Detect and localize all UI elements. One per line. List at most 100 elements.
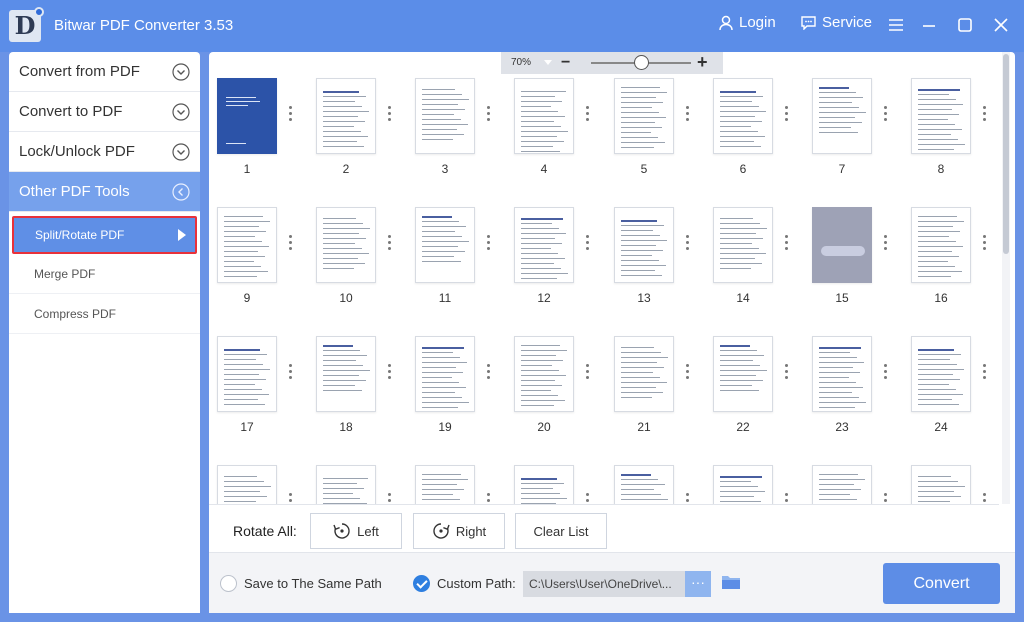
page-options-icon[interactable] xyxy=(983,106,986,126)
page-options-icon[interactable] xyxy=(289,106,292,126)
page-number: 21 xyxy=(637,420,651,434)
page-options-icon[interactable] xyxy=(686,235,689,255)
page-thumbnail[interactable] xyxy=(911,465,971,504)
maximize-icon[interactable] xyxy=(956,16,974,34)
page-thumbnail[interactable] xyxy=(415,78,475,154)
page-thumbnail[interactable] xyxy=(217,336,277,412)
page-options-icon[interactable] xyxy=(686,493,689,504)
page-thumbnail[interactable] xyxy=(614,465,674,504)
page-options-icon[interactable] xyxy=(785,235,788,255)
service-button[interactable]: Service xyxy=(800,14,872,31)
page-thumbnail[interactable] xyxy=(316,465,376,504)
rotate-right-button[interactable]: Right xyxy=(413,513,505,549)
minimize-icon[interactable] xyxy=(920,16,938,34)
custom-path-field[interactable]: C:\Users\User\OneDrive\... xyxy=(523,571,685,597)
page-thumbnail[interactable] xyxy=(614,78,674,154)
sidebar-item-label: Convert from PDF xyxy=(19,63,140,80)
page-options-icon[interactable] xyxy=(487,235,490,255)
page-options-icon[interactable] xyxy=(487,364,490,384)
page-thumbnail[interactable] xyxy=(316,336,376,412)
page-options-icon[interactable] xyxy=(884,364,887,384)
zoom-slider-handle[interactable] xyxy=(634,55,649,70)
page-thumbnail[interactable] xyxy=(911,207,971,283)
sidebar-item-lock-unlock-pdf[interactable]: Lock/Unlock PDF xyxy=(9,132,200,172)
convert-button[interactable]: Convert xyxy=(883,563,1000,604)
page-thumbnail[interactable] xyxy=(217,78,277,154)
page-thumbnail[interactable] xyxy=(812,336,872,412)
zoom-out-button[interactable]: − xyxy=(561,54,570,72)
page-options-icon[interactable] xyxy=(686,364,689,384)
page-number: 23 xyxy=(835,420,849,434)
page-thumbnail[interactable] xyxy=(812,78,872,154)
page-thumbnail[interactable] xyxy=(614,207,674,283)
app-title: Bitwar PDF Converter 3.53 xyxy=(54,17,234,34)
page-options-icon[interactable] xyxy=(487,493,490,504)
page-options-icon[interactable] xyxy=(586,106,589,126)
page-thumbnail[interactable] xyxy=(415,207,475,283)
page-options-icon[interactable] xyxy=(785,106,788,126)
page-thumbnail[interactable] xyxy=(514,78,574,154)
page-options-icon[interactable] xyxy=(884,235,887,255)
custom-path-radio[interactable] xyxy=(413,575,430,592)
page-options-icon[interactable] xyxy=(388,364,391,384)
page-thumbnail[interactable] xyxy=(514,336,574,412)
sidebar-subitem-compress-pdf[interactable]: Compress PDF xyxy=(9,294,200,334)
zoom-in-button[interactable]: + xyxy=(697,52,708,73)
page-options-icon[interactable] xyxy=(388,235,391,255)
page-options-icon[interactable] xyxy=(289,235,292,255)
page-options-icon[interactable] xyxy=(686,106,689,126)
page-options-icon[interactable] xyxy=(785,364,788,384)
page-number: 7 xyxy=(838,162,846,176)
page-thumbnail[interactable] xyxy=(911,78,971,154)
page-options-icon[interactable] xyxy=(884,106,887,126)
page-thumbnail[interactable] xyxy=(415,336,475,412)
scrollbar-thumb[interactable] xyxy=(1003,54,1009,254)
custom-path-label: Custom Path: xyxy=(437,576,516,591)
page-options-icon[interactable] xyxy=(983,493,986,504)
page-thumbnail[interactable] xyxy=(217,207,277,283)
page-thumbnail[interactable] xyxy=(217,465,277,504)
sidebar-subitem-merge-pdf[interactable]: Merge PDF xyxy=(9,254,200,294)
zoom-select[interactable]: 70% xyxy=(511,57,531,68)
menu-icon[interactable] xyxy=(887,16,905,34)
page-options-icon[interactable] xyxy=(487,106,490,126)
sidebar-item-other-pdf-tools[interactable]: Other PDF Tools xyxy=(9,172,200,212)
page-thumbnail[interactable] xyxy=(713,207,773,283)
page-thumbnail[interactable] xyxy=(713,465,773,504)
page-options-icon[interactable] xyxy=(983,364,986,384)
page-options-icon[interactable] xyxy=(388,106,391,126)
page-thumbnail[interactable] xyxy=(812,465,872,504)
page-thumbnail[interactable] xyxy=(514,465,574,504)
page-thumbnail[interactable] xyxy=(316,207,376,283)
browse-path-button[interactable]: ··· xyxy=(685,571,711,597)
sidebar-subitem-split-rotate-pdf[interactable]: Split/Rotate PDF xyxy=(12,216,197,254)
page-thumbnail[interactable] xyxy=(415,465,475,504)
close-icon[interactable] xyxy=(992,16,1010,34)
page-number: 16 xyxy=(934,291,948,305)
page-options-icon[interactable] xyxy=(983,235,986,255)
page-thumbnail[interactable] xyxy=(614,336,674,412)
page-thumbnail[interactable] xyxy=(713,336,773,412)
caret-down-icon[interactable] xyxy=(544,60,552,65)
page-options-icon[interactable] xyxy=(388,493,391,504)
same-path-radio[interactable] xyxy=(220,575,237,592)
page-options-icon[interactable] xyxy=(586,235,589,255)
sidebar-item-convert-to-pdf[interactable]: Convert to PDF xyxy=(9,92,200,132)
page-thumbnail[interactable] xyxy=(911,336,971,412)
page-thumbnail[interactable] xyxy=(514,207,574,283)
title-bar: D Bitwar PDF Converter 3.53 Login Servic… xyxy=(0,0,1024,52)
page-options-icon[interactable] xyxy=(884,493,887,504)
page-thumbnail[interactable] xyxy=(316,78,376,154)
page-options-icon[interactable] xyxy=(289,493,292,504)
sidebar-item-convert-from-pdf[interactable]: Convert from PDF xyxy=(9,52,200,92)
page-thumbnail[interactable] xyxy=(812,207,872,283)
folder-icon[interactable] xyxy=(721,574,741,590)
page-options-icon[interactable] xyxy=(586,364,589,384)
page-options-icon[interactable] xyxy=(785,493,788,504)
rotate-left-button[interactable]: Left xyxy=(310,513,402,549)
page-thumbnail[interactable] xyxy=(713,78,773,154)
login-button[interactable]: Login xyxy=(718,14,776,31)
page-options-icon[interactable] xyxy=(586,493,589,504)
page-options-icon[interactable] xyxy=(289,364,292,384)
clear-list-button[interactable]: Clear List xyxy=(515,513,607,549)
